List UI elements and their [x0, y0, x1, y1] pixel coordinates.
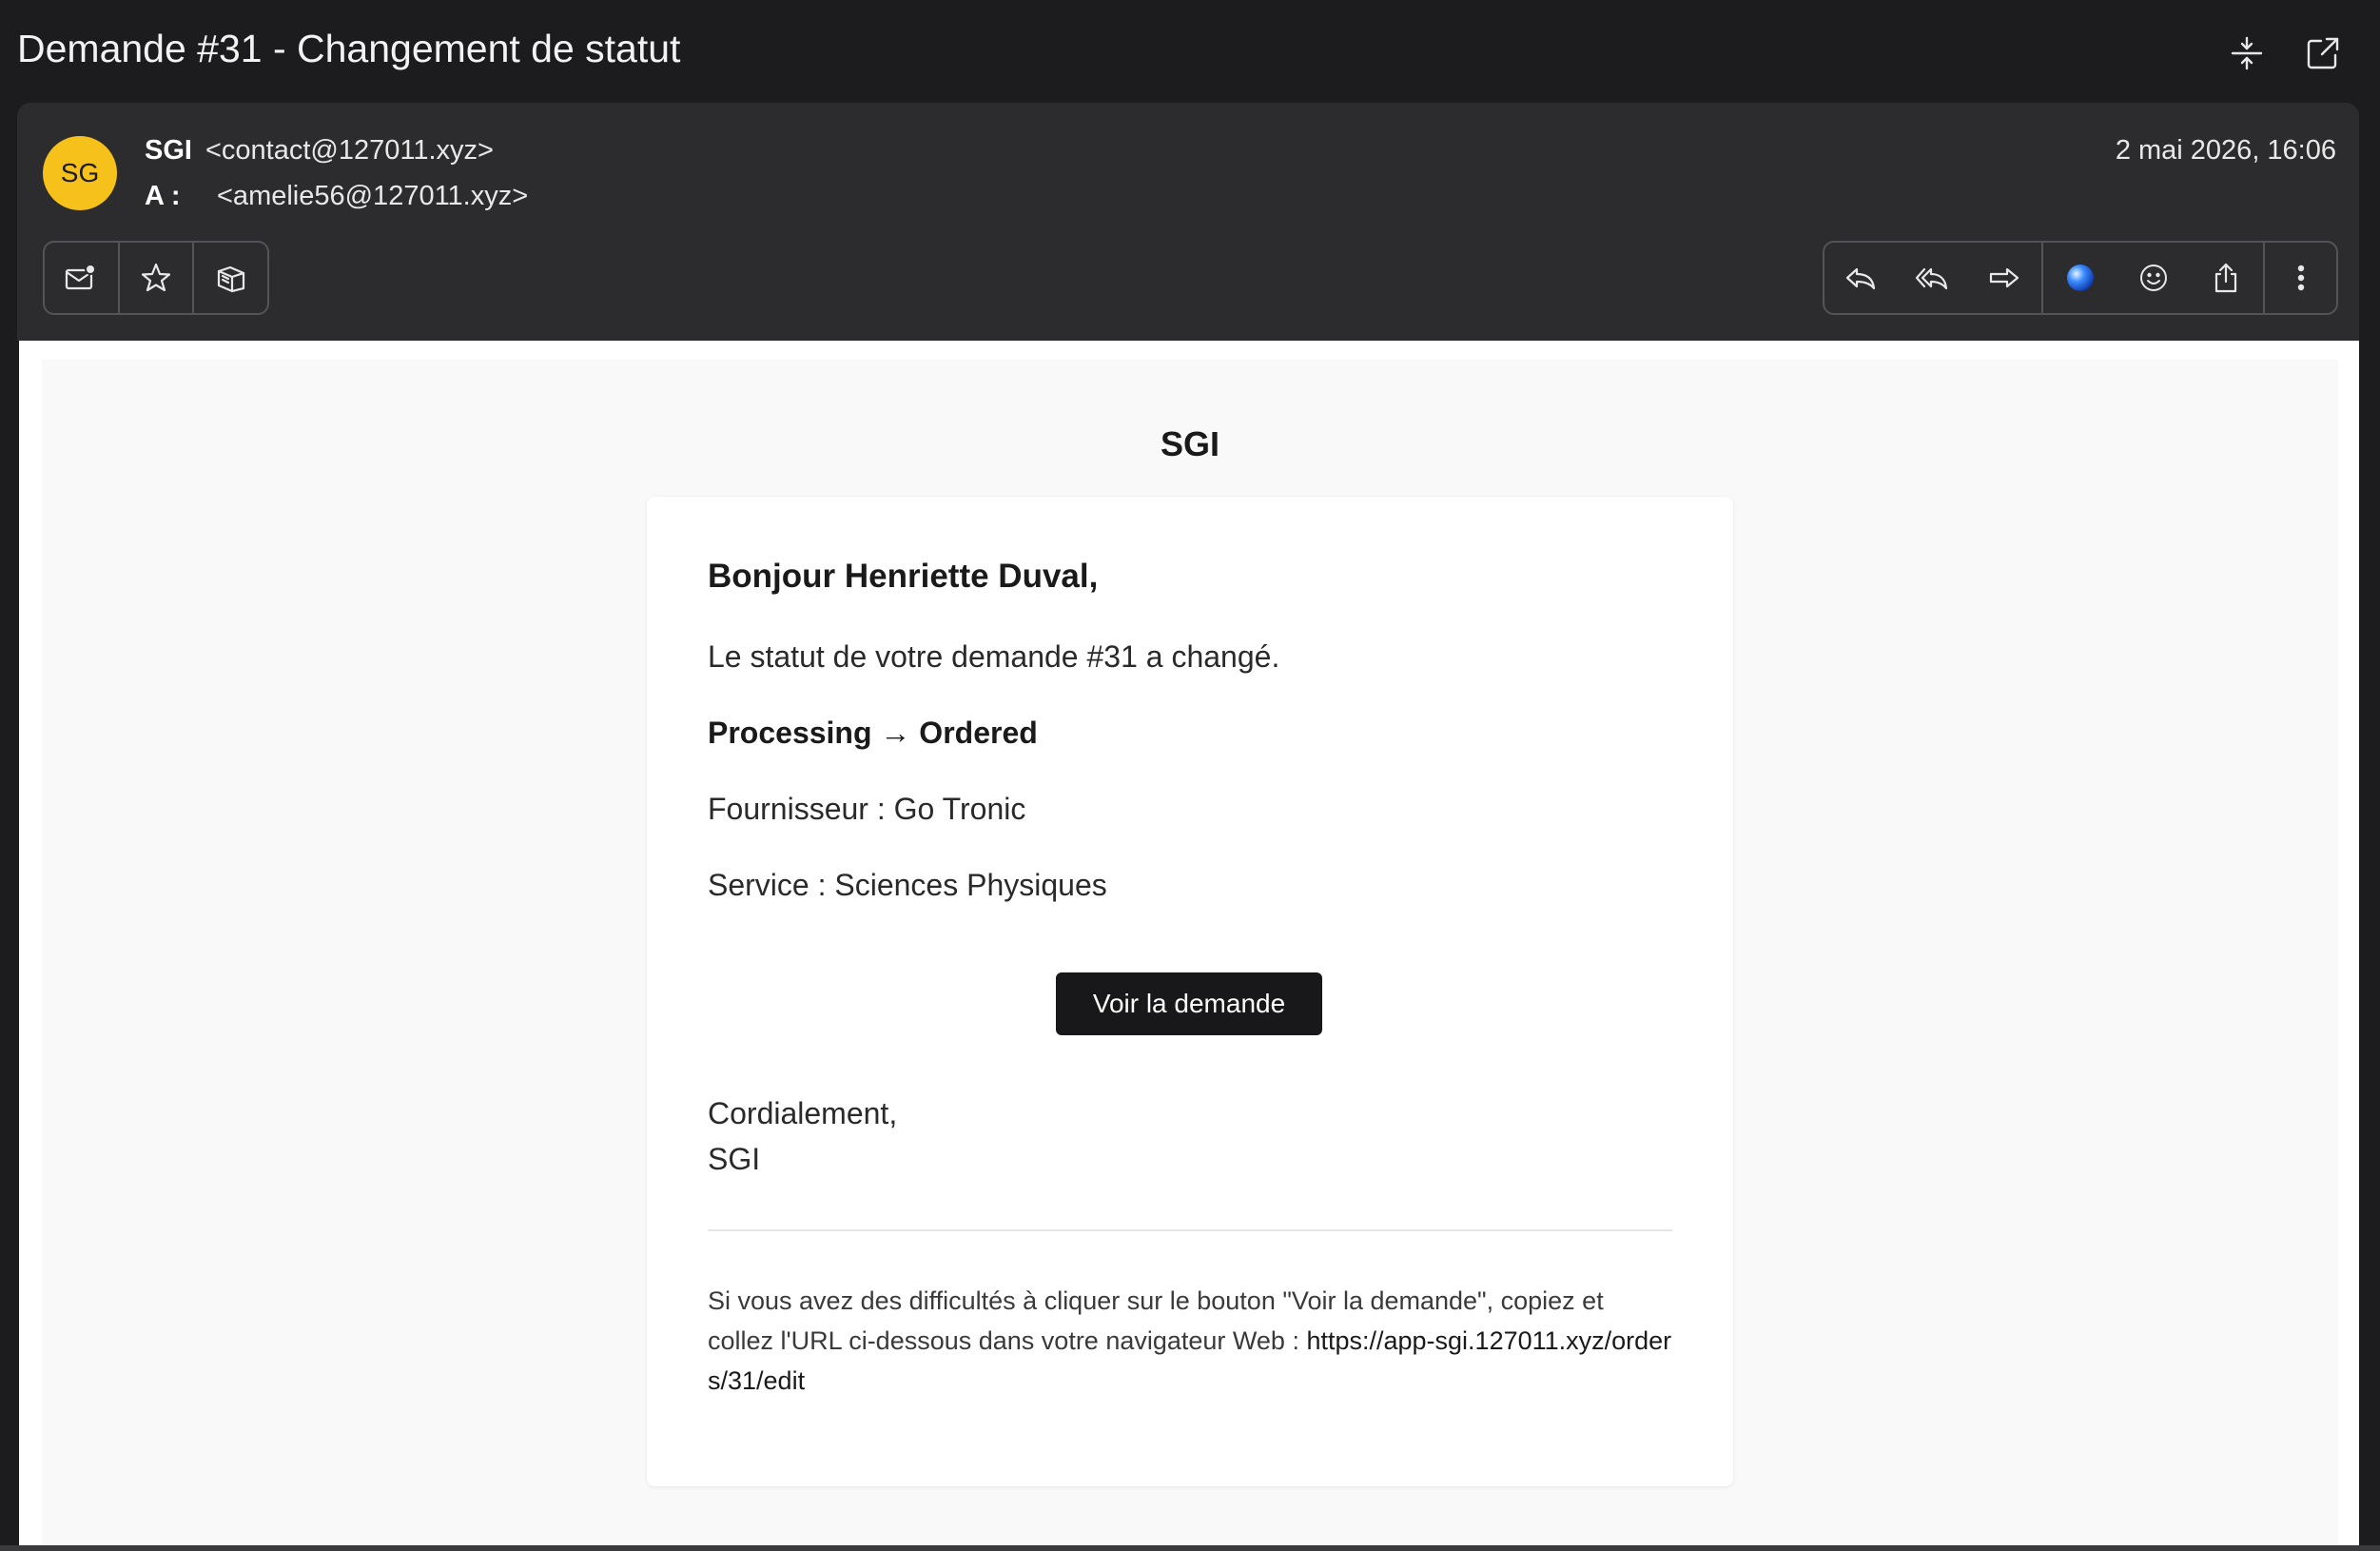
avatar: SG — [43, 136, 117, 210]
forward-icon — [1988, 262, 2020, 294]
reply-all-button[interactable] — [1896, 243, 1967, 313]
mark-unread-button[interactable] — [45, 243, 120, 313]
message-actions-right — [1823, 241, 2338, 315]
share-button[interactable] — [2189, 243, 2265, 313]
reply-all-icon — [1915, 262, 1949, 294]
to-label: A : — [145, 181, 181, 211]
status-intro: Le statut de votre demande #31 a changé. — [708, 639, 1280, 674]
more-button[interactable] — [2265, 243, 2336, 313]
archive-icon — [215, 262, 247, 294]
closing: Cordialement, — [708, 1096, 898, 1130]
reply-button[interactable] — [1824, 243, 1896, 313]
star-button[interactable] — [120, 243, 195, 313]
divider — [708, 1229, 1672, 1231]
ai-orb-icon — [2064, 262, 2097, 294]
sender-email[interactable]: <contact@127011.xyz> — [205, 135, 494, 166]
reply-icon — [1844, 262, 1877, 294]
service-line: Service : Sciences Physiques — [708, 868, 1107, 902]
to-line: A : <amelie56@127011.xyz> — [145, 181, 528, 212]
archive-button[interactable] — [194, 243, 267, 313]
forward-button[interactable] — [1967, 243, 2043, 313]
footer-note: Si vous avez des difficultés à cliquer s… — [708, 1281, 1672, 1401]
email-card: Bonjour Henriette Duval, Le statut de vo… — [647, 497, 1733, 1486]
sender-name[interactable]: SGI — [145, 135, 192, 166]
email-subject: Demande #31 - Changement de statut — [17, 27, 681, 70]
greeting: Bonjour Henriette Duval, — [708, 558, 1099, 595]
signature: SGI — [708, 1142, 761, 1176]
message-header: SG SGI <contact@127011.xyz> A : <amelie56@… — [17, 103, 2359, 341]
message-body: SGI Bonjour Henriette Duval, Le statut d… — [19, 341, 2359, 1545]
message-date: 2 mai 2026, 16:06 — [2115, 135, 2336, 166]
email-background: SGI Bonjour Henriette Duval, Le statut d… — [42, 360, 2338, 1545]
supplier-line: Fournisseur : Go Tronic — [708, 792, 1026, 826]
recipient-email[interactable]: <amelie56@127011.xyz> — [217, 181, 528, 211]
window-bottom-edge — [0, 1545, 2380, 1551]
message-actions-left — [43, 241, 269, 315]
mark-unread-icon — [65, 262, 97, 294]
mail-window: Demande #31 - Changement de statut SG SG… — [0, 0, 2380, 1551]
email-brand: SGI — [1160, 424, 1219, 463]
star-icon — [140, 262, 172, 294]
title-bar: Demande #31 - Changement de statut — [0, 0, 2380, 103]
view-request-button[interactable]: Voir la demande — [1056, 972, 1322, 1035]
pop-out-icon[interactable] — [2302, 32, 2344, 74]
emoji-icon — [2137, 262, 2170, 294]
collapse-icon[interactable] — [2226, 32, 2268, 74]
more-icon — [2295, 262, 2307, 294]
from-line: SGI <contact@127011.xyz> — [145, 135, 494, 167]
share-icon — [2210, 262, 2242, 294]
emoji-button[interactable] — [2117, 243, 2189, 313]
ai-assistant-button[interactable] — [2043, 243, 2117, 313]
status-change: Processing → Ordered — [708, 716, 1038, 750]
